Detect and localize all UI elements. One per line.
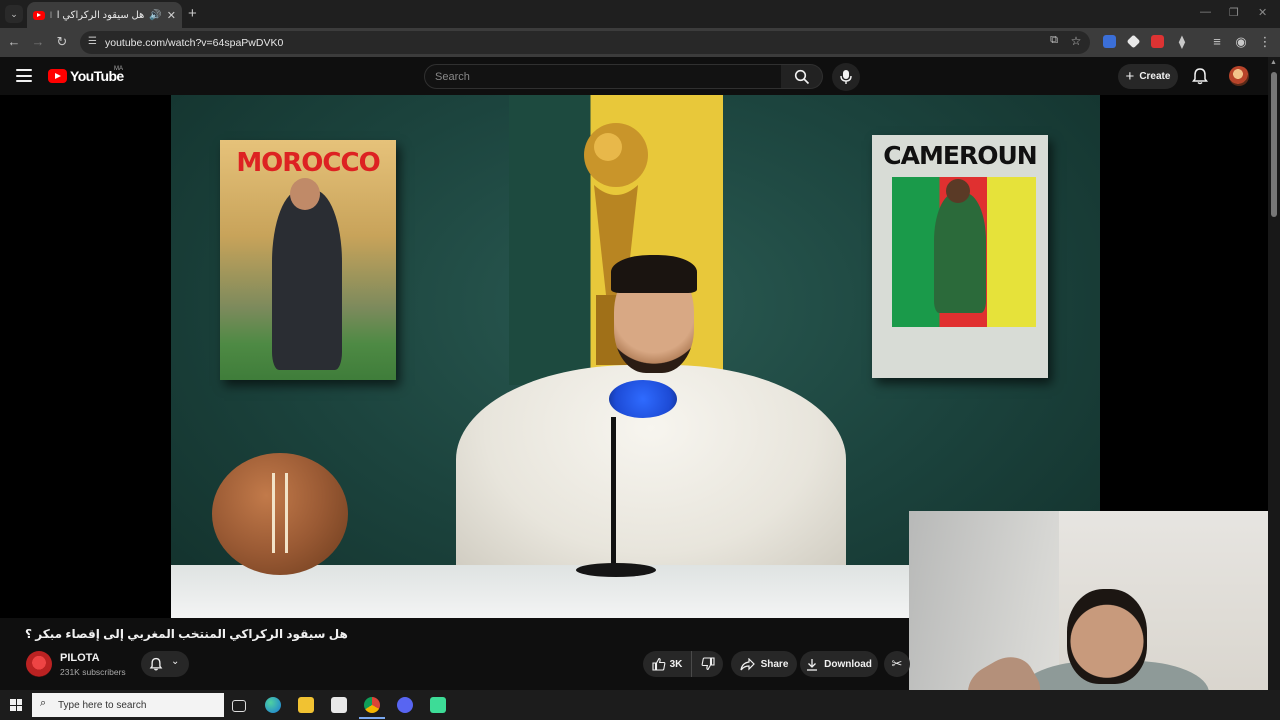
plus-icon: + — [1125, 68, 1135, 85]
subscription-bell-button[interactable]: ⌄ — [141, 651, 189, 677]
reading-list-icon[interactable]: ≡ — [1209, 34, 1225, 49]
scroll-up-icon[interactable]: ▲ — [1270, 59, 1277, 66]
voice-search-button[interactable] — [832, 63, 860, 91]
like-button[interactable]: 3K — [643, 651, 691, 677]
minimize-icon[interactable]: — — [1200, 6, 1211, 18]
dislike-button[interactable] — [691, 651, 723, 677]
account-avatar[interactable] — [1229, 66, 1249, 86]
bell-icon — [1192, 68, 1208, 85]
chrome-icon[interactable] — [364, 697, 380, 713]
tab-search-button[interactable]: ⌄ — [5, 5, 23, 23]
guide-menu-icon[interactable] — [16, 69, 32, 82]
player-figure — [934, 193, 986, 313]
back-icon[interactable]: ← — [6, 34, 22, 49]
restore-icon[interactable]: ❐ — [1229, 6, 1239, 19]
download-button[interactable]: Download — [800, 651, 878, 677]
microphone-stand — [611, 417, 616, 567]
url-text: youtube.com/watch?v=64spaPwDVK0 — [105, 36, 284, 49]
browser-toolbar: ← → ↻ ☰ youtube.com/watch?v=64spaPwDVK0 … — [0, 28, 1280, 57]
profile-icon[interactable]: ◉ — [1233, 34, 1249, 50]
translate-extension-icon[interactable] — [1103, 35, 1116, 48]
webcam-overlay — [909, 511, 1280, 720]
poster-cameroun: CAMEROUN — [872, 135, 1048, 378]
speaker-icon[interactable]: 🔊 — [149, 10, 161, 21]
like-count: 3K — [669, 658, 683, 670]
file-explorer-icon[interactable] — [298, 697, 314, 713]
youtube-logo[interactable]: YouTube — [48, 68, 124, 84]
chevron-down-icon: ⌄ — [171, 656, 180, 667]
forward-icon[interactable]: → — [30, 34, 46, 49]
bookmark-star-icon[interactable]: ☆ — [1068, 34, 1084, 48]
youtube-play-icon — [48, 69, 67, 83]
new-tab-button[interactable]: + — [188, 5, 197, 22]
windows-start-icon[interactable] — [10, 699, 22, 711]
create-label: Create — [1139, 71, 1171, 82]
search-icon — [794, 69, 810, 85]
tab-prefix: l — [50, 10, 52, 20]
thumbs-down-icon — [701, 657, 715, 671]
browser-tab-strip: ⌄ l هل سيقود الركراكي المنتخب 🔊 ✕ + — ❐ … — [0, 0, 1280, 28]
extensions-icon[interactable]: ⧫ — [1174, 34, 1190, 50]
share-button[interactable]: Share — [731, 651, 797, 677]
chevron-down-icon: ⌄ — [10, 8, 18, 19]
microphone-base — [576, 563, 656, 577]
diamond-extension-icon[interactable] — [1126, 34, 1141, 49]
store-icon[interactable] — [331, 697, 347, 713]
download-icon — [807, 658, 818, 671]
leather-ball — [212, 453, 348, 575]
red-extension-icon[interactable] — [1151, 35, 1164, 48]
tab-title: هل سيقود الركراكي المنتخب — [57, 9, 145, 21]
thumbs-up-icon — [652, 657, 665, 671]
edge-icon[interactable] — [265, 697, 281, 713]
site-info-icon[interactable]: ☰ — [88, 36, 97, 47]
presenter-hair — [611, 255, 697, 293]
taskbar-search-input[interactable]: ⌕ Type here to search — [32, 693, 224, 717]
subscriber-count: 231K subscribers — [60, 667, 126, 677]
page-scrollbar[interactable]: ▲ — [1268, 57, 1280, 690]
country-code: MA — [114, 66, 123, 72]
scissors-icon: ✂ — [891, 656, 903, 671]
goalkeeper-figure — [272, 190, 342, 370]
bell-icon — [149, 657, 163, 671]
close-tab-icon[interactable]: ✕ — [167, 9, 176, 22]
active-app-indicator — [359, 717, 385, 719]
scrollbar-thumb[interactable] — [1271, 72, 1277, 217]
blue-microphone — [609, 380, 677, 418]
video-title: هل سيقود الركراكي المنتخب المغربي إلى إق… — [25, 627, 348, 641]
share-label: Share — [760, 658, 789, 670]
poster-morocco-text: MOROCCO — [236, 148, 380, 178]
more-icon[interactable]: ⋮ — [1257, 34, 1273, 50]
search-icon: ⌕ — [40, 697, 47, 709]
microphone-icon — [840, 70, 852, 84]
taskbar-search-placeholder: Type here to search — [58, 699, 147, 711]
address-bar[interactable]: ☰ youtube.com/watch?v=64spaPwDVK0 — [80, 31, 1090, 54]
task-view-icon[interactable] — [232, 700, 246, 712]
youtube-header: YouTube MA Search + Create — [0, 57, 1280, 95]
search-button[interactable] — [781, 64, 823, 89]
poster-cameroun-text: CAMEROUN — [883, 141, 1037, 170]
webcam-person-head — [1067, 589, 1147, 684]
poster-morocco: MOROCCO — [220, 140, 396, 380]
channel-avatar[interactable] — [26, 651, 52, 677]
search-placeholder: Search — [435, 70, 470, 83]
channel-name[interactable]: PILOTA — [60, 652, 100, 664]
reload-icon[interactable]: ↻ — [54, 34, 70, 50]
discord-icon[interactable] — [397, 697, 413, 713]
search-input[interactable]: Search — [424, 64, 782, 89]
windows-taskbar: ⌕ Type here to search — [0, 690, 1280, 720]
create-button[interactable]: + Create — [1118, 64, 1178, 89]
close-window-icon[interactable]: ✕ — [1258, 6, 1267, 19]
player-head — [946, 179, 970, 203]
share-icon — [739, 657, 755, 670]
youtube-favicon-icon — [33, 10, 45, 20]
clip-button[interactable]: ✂ — [884, 651, 910, 677]
goalkeeper-head — [290, 178, 320, 210]
install-icon[interactable]: ⧉ — [1046, 34, 1062, 47]
browser-tab[interactable]: l هل سيقود الركراكي المنتخب 🔊 ✕ — [27, 2, 182, 28]
download-label: Download — [824, 658, 872, 670]
like-dislike-group: 3K — [643, 651, 723, 677]
app-icon[interactable] — [430, 697, 446, 713]
notifications-button[interactable] — [1191, 67, 1209, 85]
